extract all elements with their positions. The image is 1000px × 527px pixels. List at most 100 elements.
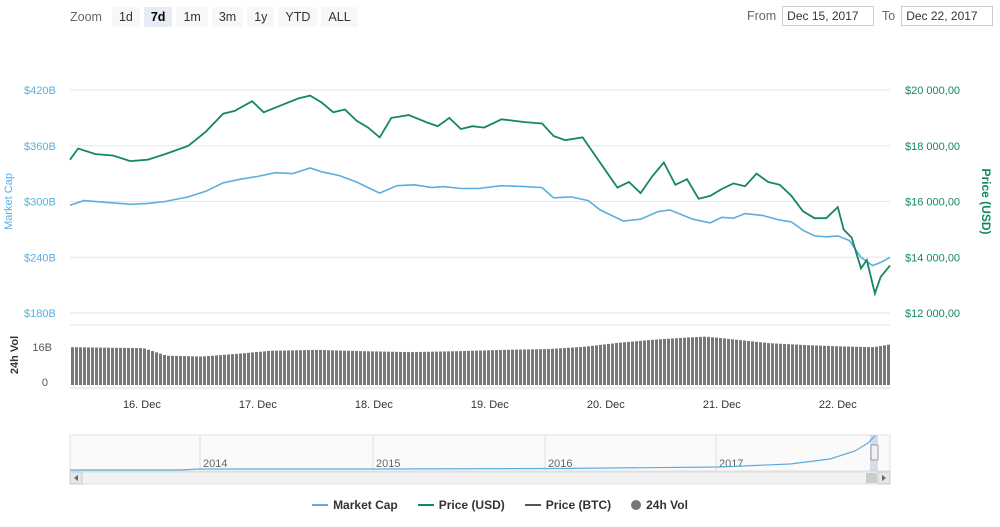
volume-bar <box>199 356 202 385</box>
volume-bar <box>655 339 658 385</box>
volume-bar <box>135 348 138 385</box>
volume-bar <box>147 349 150 385</box>
volume-bar <box>391 351 394 385</box>
volume-bar <box>771 343 774 385</box>
right-tick-label: $18 000,00 <box>905 141 960 153</box>
volume-bar <box>267 351 270 385</box>
volume-bar <box>219 355 222 385</box>
volume-bar <box>323 350 326 385</box>
legend-item-market-cap[interactable]: Market Cap <box>312 498 398 512</box>
volume-bar <box>171 355 174 385</box>
volume-bar <box>195 356 198 385</box>
legend-dot-icon <box>631 500 642 510</box>
x-tick-label: 20. Dec <box>587 399 625 411</box>
volume-bar <box>563 348 566 385</box>
volume-bar <box>739 340 742 385</box>
market-cap-axis: $180B $240B $300B $360B $420B Market Cap <box>3 85 56 320</box>
volume-bar <box>515 349 518 385</box>
left-tick-label: $180B <box>24 308 56 320</box>
volume-bar <box>539 349 542 385</box>
volume-bar <box>607 343 610 385</box>
volume-bar <box>791 344 794 385</box>
volume-bar <box>583 346 586 385</box>
volume-bar <box>707 336 710 385</box>
volume-bar <box>659 339 662 385</box>
legend-item-24h-vol[interactable]: 24h Vol <box>631 498 688 512</box>
volume-bar <box>571 347 574 385</box>
volume-bar <box>471 350 474 385</box>
volume-bar <box>543 349 546 385</box>
volume-bar <box>347 350 350 385</box>
navigator-year-label: 2017 <box>719 458 743 470</box>
legend: Market Cap Price (USD) Price (BTC) 24h V… <box>0 498 1000 512</box>
volume-bar <box>827 345 830 385</box>
price-chart: $180B $240B $300B $360B $420B Market Cap $12 … <box>3 85 993 485</box>
volume-bar <box>491 350 494 385</box>
left-tick-label: $420B <box>24 85 56 97</box>
volume-bar <box>759 342 762 385</box>
legend-item-price-btc[interactable]: Price (BTC) <box>524 498 611 512</box>
volume-bar <box>127 347 130 385</box>
volume-bar <box>639 340 642 385</box>
volume-bar <box>815 345 818 385</box>
legend-swatch-icon <box>312 504 329 506</box>
volume-bar <box>103 347 106 385</box>
volume-bar <box>335 350 338 385</box>
volume-bar <box>419 351 422 385</box>
volume-bar <box>799 344 802 385</box>
volume-bar <box>667 338 670 385</box>
volume-bar <box>483 350 486 385</box>
volume-bar <box>363 351 366 385</box>
volume-bar <box>75 347 78 385</box>
left-tick-label: $300B <box>24 197 56 209</box>
volume-bar <box>435 351 438 385</box>
gridlines <box>70 89 890 314</box>
volume-bar <box>387 351 390 385</box>
volume-bar <box>871 347 874 385</box>
right-tick-label: $12 000,00 <box>905 308 960 320</box>
volume-bar <box>215 355 218 385</box>
navigator[interactable]: 2014 2015 2016 2017 <box>69 434 891 485</box>
volume-bar <box>507 349 510 385</box>
volume-bar <box>291 350 294 385</box>
volume-bar <box>451 351 454 385</box>
volume-bar <box>475 350 478 385</box>
volume-bar <box>615 343 618 385</box>
volume-bar <box>779 343 782 385</box>
volume-bar <box>803 344 806 385</box>
volume-bar <box>627 341 630 385</box>
volume-bar <box>851 346 854 385</box>
right-tick-label: $14 000,00 <box>905 252 960 264</box>
volume-bar <box>843 346 846 385</box>
volume-bar <box>859 346 862 385</box>
volume-bar <box>567 347 570 385</box>
volume-bar <box>575 347 578 385</box>
volume-bar <box>835 346 838 385</box>
volume-bar <box>459 351 462 385</box>
volume-bar <box>579 347 582 385</box>
volume-bar <box>299 350 302 385</box>
volume-bar <box>355 351 358 385</box>
navigator-handle <box>870 444 879 461</box>
volume-bar <box>231 354 234 385</box>
volume-bar <box>695 337 698 385</box>
volume-bar <box>91 347 94 385</box>
volume-bar <box>143 348 146 385</box>
scrollbar-thumb <box>866 473 877 483</box>
legend-label: Market Cap <box>333 498 398 512</box>
volume-bar <box>443 351 446 385</box>
volume-bar <box>743 340 746 385</box>
volume-bar <box>823 345 826 385</box>
price-usd-axis-title: Price (USD) <box>979 168 993 234</box>
volume-bar <box>311 349 314 385</box>
volume-bar <box>863 346 866 385</box>
volume-bar <box>71 347 74 385</box>
volume-bar <box>499 349 502 385</box>
legend-item-price-usd[interactable]: Price (USD) <box>417 498 505 512</box>
right-tick-label: $20 000,00 <box>905 85 960 97</box>
volume-bar <box>287 350 290 385</box>
volume-bar <box>811 345 814 385</box>
volume-bar <box>351 350 354 385</box>
volume-bar <box>663 338 666 385</box>
right-tick-label: $16 000,00 <box>905 197 960 209</box>
